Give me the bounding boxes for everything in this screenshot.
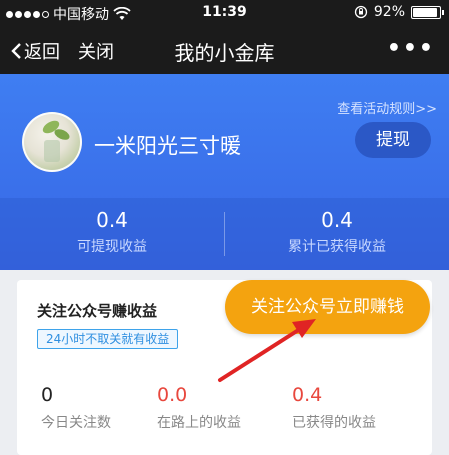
obtained-earnings-stat: 0.4 已获得的收益 [292, 384, 422, 432]
profile-header: 查看活动规则>> 一米阳光三寸暖 提现 0.4 可提现收益 0.4 累计已获得收… [0, 74, 449, 270]
withdrawable-label: 可提现收益 [77, 239, 147, 255]
pending-earnings-value: 0.0 [157, 384, 188, 406]
withdrawable-value: 0.4 [96, 208, 128, 232]
pending-earnings-label: 在路上的收益 [157, 415, 241, 431]
battery-fill [413, 7, 437, 17]
earned-total-label: 累计已获得收益 [288, 239, 386, 255]
battery-icon [411, 5, 444, 19]
earned-total-stat: 0.4 累计已获得收益 [225, 208, 449, 256]
card-title: 关注公众号赚收益 [37, 302, 158, 320]
activity-rules-link[interactable]: 查看活动规则>> [337, 98, 437, 117]
nav-bar: 返回 关闭 我的小金库 ••• [0, 26, 449, 74]
rotation-lock-icon [354, 5, 368, 19]
page-title: 我的小金库 [174, 41, 275, 65]
withdraw-button[interactable]: 提现 [355, 122, 431, 158]
today-follow-stat: 0 今日关注数 [41, 384, 171, 432]
condition-tag: 24小时不取关就有收益 [37, 329, 179, 349]
avatar [22, 112, 82, 172]
today-follow-value: 0 [41, 384, 54, 406]
pending-earnings-stat: 0.0 在路上的收益 [157, 384, 287, 432]
obtained-earnings-value: 0.4 [292, 384, 323, 406]
withdrawable-stat: 0.4 可提现收益 [0, 208, 224, 256]
battery-percent: 92% [373, 4, 405, 20]
obtained-earnings-label: 已获得的收益 [292, 415, 376, 431]
status-right: 92% [354, 4, 444, 20]
earnings-summary: 0.4 可提现收益 0.4 累计已获得收益 [0, 198, 449, 270]
more-options-button[interactable]: ••• [387, 36, 435, 61]
follow-official-account-button[interactable]: 关注公众号立即赚钱 [225, 280, 430, 334]
username: 一米阳光三寸暖 [94, 134, 241, 158]
today-follow-label: 今日关注数 [41, 415, 111, 431]
earned-total-value: 0.4 [321, 208, 353, 232]
status-bar: 中国移动 11:39 92% [0, 0, 449, 26]
